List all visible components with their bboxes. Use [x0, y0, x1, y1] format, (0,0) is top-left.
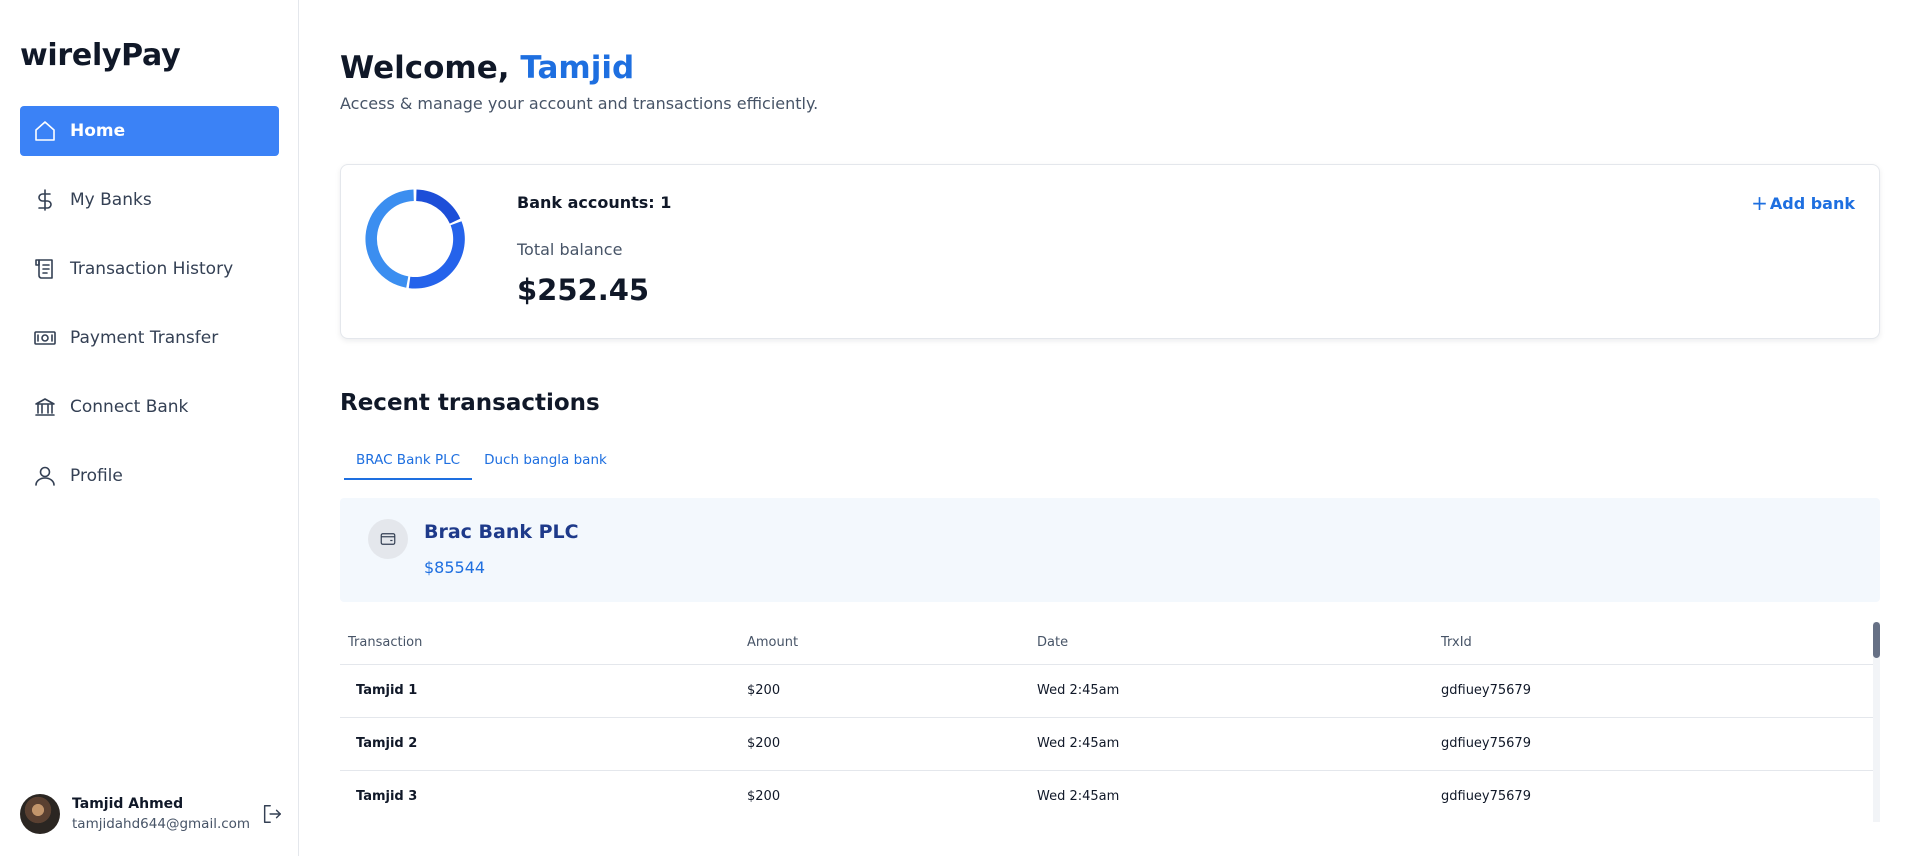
sidebar-nav: Home My Banks Transaction History Paymen… — [20, 106, 279, 520]
logout-button[interactable] — [259, 801, 285, 827]
table-header-row: Transaction Amount Date TrxId — [340, 622, 1873, 665]
user-info: Tamjid Ahmed tamjidahd644@gmail.com — [72, 796, 259, 832]
transaction-id: gdfiuey75679 — [1433, 770, 1873, 822]
welcome-text: Welcome, — [340, 50, 510, 86]
balance-donut-chart — [365, 189, 465, 289]
table-scrollbar[interactable] — [1873, 622, 1880, 822]
app-logo[interactable]: wirelyPay — [20, 38, 181, 73]
column-header-date[interactable]: Date — [1029, 622, 1433, 665]
transaction-amount: $200 — [739, 770, 1029, 822]
plus-icon: + — [1751, 191, 1768, 215]
avatar[interactable] — [20, 794, 60, 834]
sidebar-item-label: Payment Transfer — [70, 328, 219, 348]
tab-duch-bangla-bank[interactable]: Duch bangla bank — [472, 444, 619, 480]
sidebar-item-home[interactable]: Home — [20, 106, 279, 156]
transaction-amount: $200 — [739, 717, 1029, 771]
sidebar-item-label: My Banks — [70, 190, 152, 210]
sidebar-item-label: Connect Bank — [70, 397, 189, 417]
bank-accounts-count: Bank accounts: 1 — [517, 193, 672, 212]
user-name: Tamjid Ahmed — [72, 796, 184, 812]
money-icon — [32, 325, 58, 351]
sidebar-item-label: Profile — [70, 466, 123, 486]
donut-segment-dark — [416, 189, 461, 224]
sidebar-item-profile[interactable]: Profile — [20, 451, 279, 501]
transaction-date: Wed 2:45am — [1029, 770, 1433, 822]
sidebar-item-my-banks[interactable]: My Banks — [20, 175, 279, 225]
transaction-amount: $200 — [739, 664, 1029, 718]
transaction-date: Wed 2:45am — [1029, 664, 1433, 718]
donut-segment-medium — [408, 221, 465, 289]
transaction-id: gdfiuey75679 — [1433, 664, 1873, 718]
bank-name: Brac Bank PLC — [424, 521, 579, 543]
bank-balance: $85544 — [424, 558, 486, 577]
table-row[interactable]: Tamjid 1 $200 Wed 2:45am gdfiuey75679 — [340, 664, 1873, 718]
sidebar-item-connect-bank[interactable]: Connect Bank — [20, 382, 279, 432]
total-balance-card: Bank accounts: 1 Total balance $252.45 +… — [340, 164, 1880, 339]
home-icon — [32, 118, 58, 144]
welcome-user-name: Tamjid — [520, 50, 635, 86]
total-balance-label: Total balance — [517, 240, 623, 259]
page-title: Welcome, Tamjid — [340, 50, 634, 86]
page-subtitle: Access & manage your account and transac… — [340, 94, 819, 113]
logout-icon — [263, 805, 281, 823]
sidebar-item-label: Transaction History — [70, 259, 234, 279]
donut-segment-light — [365, 189, 414, 288]
wallet-icon — [368, 519, 408, 559]
transactions-table-container: Transaction Amount Date TrxId Tamjid 1 $… — [340, 622, 1880, 822]
user-icon — [32, 463, 58, 489]
column-header-amount[interactable]: Amount — [739, 622, 1029, 665]
tab-brac-bank[interactable]: BRAC Bank PLC — [344, 444, 473, 480]
recent-transactions-title: Recent transactions — [340, 390, 600, 416]
transaction-name: Tamjid 2 — [340, 717, 739, 771]
scrollbar-thumb[interactable] — [1873, 622, 1880, 658]
transaction-name: Tamjid 3 — [340, 770, 739, 822]
table-row[interactable]: Tamjid 2 $200 Wed 2:45am gdfiuey75679 — [340, 717, 1873, 771]
dollar-icon — [32, 187, 58, 213]
transaction-name: Tamjid 1 — [340, 664, 739, 718]
bank-info-panel: Brac Bank PLC $85544 — [340, 498, 1880, 602]
add-bank-label: Add bank — [1769, 193, 1855, 213]
table-row[interactable]: Tamjid 3 $200 Wed 2:45am gdfiuey75679 — [340, 770, 1873, 822]
transactions-table: Transaction Amount Date TrxId Tamjid 1 $… — [340, 622, 1873, 822]
add-bank-button[interactable]: + Add bank — [1751, 191, 1855, 215]
sidebar: wirelyPay Home My Banks Transaction Hist… — [0, 0, 299, 856]
total-balance-amount: $252.45 — [517, 273, 650, 307]
bank-icon — [32, 394, 58, 420]
sidebar-item-transaction-history[interactable]: Transaction History — [20, 244, 279, 294]
user-email: tamjidahd644@gmail.com — [72, 816, 251, 832]
transaction-id: gdfiuey75679 — [1433, 717, 1873, 771]
transaction-date: Wed 2:45am — [1029, 717, 1433, 771]
column-header-trxid[interactable]: TrxId — [1433, 622, 1873, 665]
sidebar-item-label: Home — [70, 121, 126, 141]
column-header-transaction[interactable]: Transaction — [340, 622, 739, 665]
user-card: Tamjid Ahmed tamjidahd644@gmail.com — [20, 792, 285, 836]
receipt-icon — [32, 256, 58, 282]
bank-tabs: BRAC Bank PLC Duch bangla bank — [344, 444, 619, 480]
sidebar-item-payment-transfer[interactable]: Payment Transfer — [20, 313, 279, 363]
